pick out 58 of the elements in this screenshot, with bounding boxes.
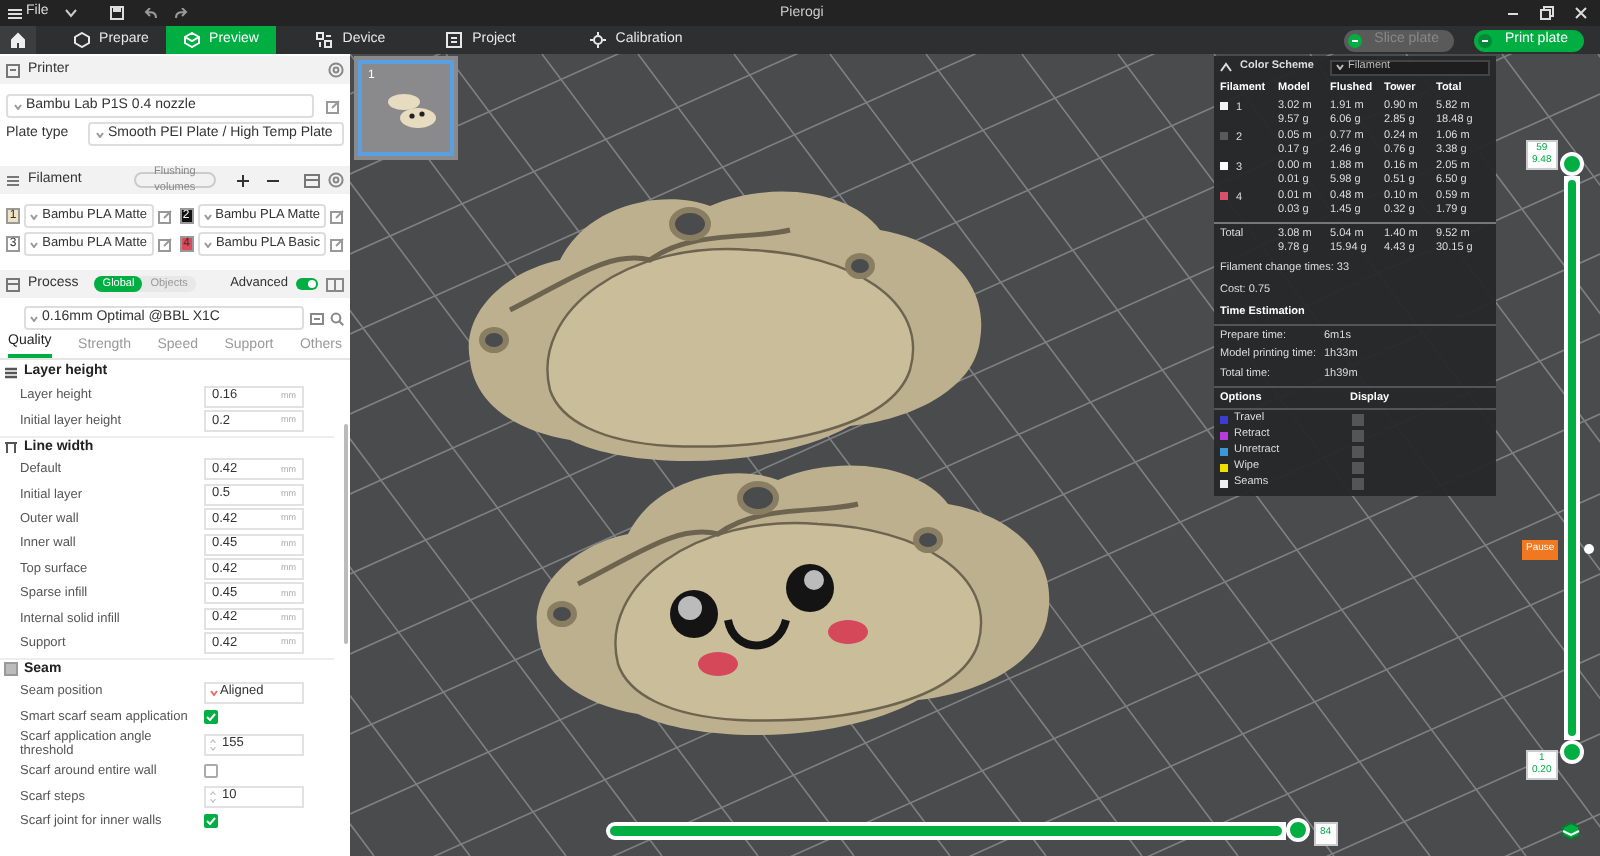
move-slider-fill[interactable]	[610, 826, 1282, 836]
caret-icon	[210, 689, 218, 696]
redo-icon[interactable]	[174, 7, 189, 19]
pierogi-model-drawing[interactable]	[468, 191, 982, 461]
edit-icon[interactable]	[157, 237, 171, 251]
caret-icon	[96, 131, 104, 137]
add-icon[interactable]	[236, 173, 250, 187]
caret-icon	[30, 315, 38, 321]
checkbox[interactable]	[204, 764, 218, 779]
checkbox[interactable]	[1352, 413, 1364, 425]
spin-arrows-icon	[210, 737, 216, 752]
gear-icon	[589, 32, 606, 48]
edit-icon[interactable]	[326, 99, 340, 113]
document-icon	[446, 32, 463, 48]
cube-icon	[183, 32, 200, 48]
scrollbar-thumb[interactable]	[344, 424, 348, 644]
checkbox[interactable]	[1352, 445, 1364, 457]
caret-icon[interactable]	[64, 8, 79, 18]
settings-icon[interactable]	[328, 62, 344, 78]
plate-preview-drawing	[388, 94, 436, 128]
caret-icon	[1336, 64, 1344, 70]
checkbox[interactable]	[1352, 477, 1364, 489]
settings-icon[interactable]	[328, 172, 344, 188]
advanced-toggle[interactable]	[296, 278, 318, 290]
compare-icon[interactable]	[326, 277, 344, 291]
menu-icon	[8, 7, 22, 19]
edit-icon[interactable]	[157, 209, 171, 223]
restore-icon[interactable]	[1540, 6, 1554, 20]
spin-arrows-icon	[210, 789, 216, 804]
caret-icon	[203, 213, 212, 219]
undo-icon[interactable]	[144, 7, 159, 19]
checkbox[interactable]	[1352, 461, 1364, 473]
slider-handle[interactable]	[1286, 818, 1310, 842]
minus-circle-icon	[1348, 33, 1363, 47]
ruler-icon	[4, 440, 18, 455]
cube-icon	[73, 32, 90, 48]
search-icon[interactable]	[330, 311, 344, 325]
minus-circle-icon	[1478, 33, 1493, 47]
list-icon	[4, 366, 18, 380]
3d-viewport[interactable]	[350, 54, 1600, 856]
close-icon[interactable]	[1574, 6, 1588, 20]
caret-icon	[203, 241, 212, 247]
pierogi-model-drawing[interactable]	[536, 465, 1050, 735]
checkbox[interactable]	[1352, 429, 1364, 441]
layer-slider-fill[interactable]	[1568, 180, 1576, 736]
square-icon	[4, 662, 18, 677]
slider-handle[interactable]	[1560, 152, 1584, 176]
slider-handle[interactable]	[1560, 740, 1584, 764]
edit-icon[interactable]	[330, 209, 344, 223]
caret-icon	[30, 241, 39, 247]
devices-icon	[316, 32, 333, 48]
home-icon	[10, 32, 26, 48]
edit-icon[interactable]	[330, 237, 344, 251]
list-icon	[6, 173, 20, 187]
collapse-icon[interactable]	[1220, 62, 1232, 72]
caret-icon	[14, 103, 22, 109]
home-button[interactable]	[0, 26, 36, 54]
caret-icon	[30, 213, 39, 219]
